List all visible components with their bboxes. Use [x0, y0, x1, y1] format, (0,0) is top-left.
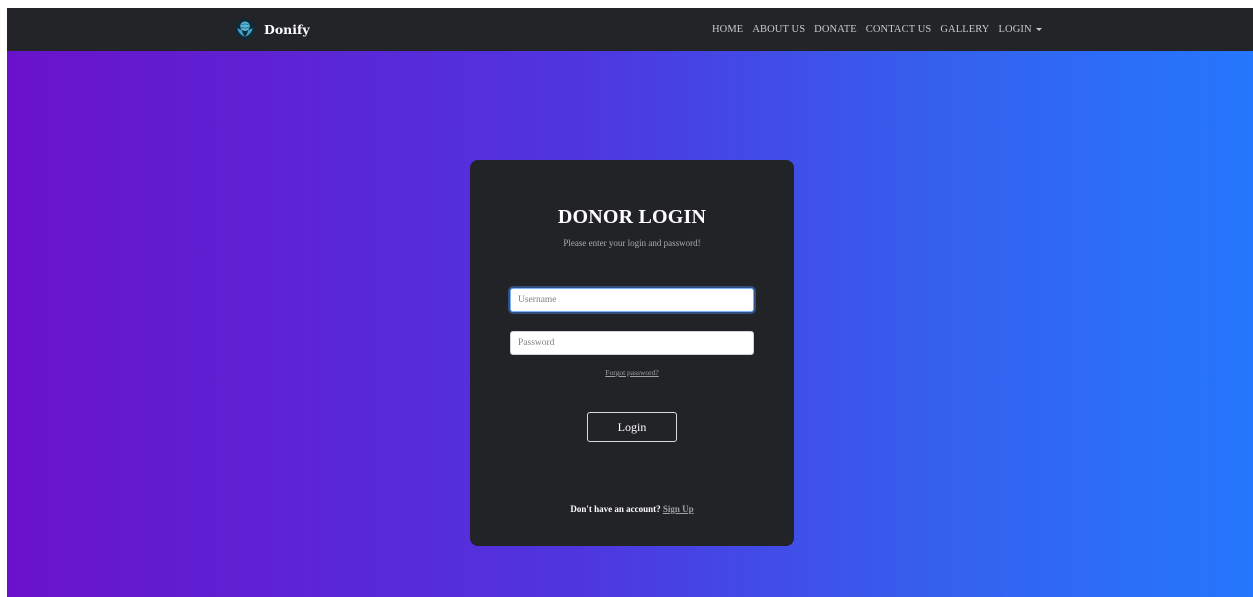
- login-title: DONOR LOGIN: [557, 206, 707, 228]
- nav-login-label: LOGIN: [998, 23, 1032, 35]
- signup-link[interactable]: Sign Up: [663, 504, 694, 514]
- brand-name: Donify: [264, 21, 310, 37]
- nav-about-us[interactable]: ABOUT US: [752, 24, 805, 35]
- nav-contact-us[interactable]: CONTACT US: [866, 24, 932, 35]
- hero-gradient-background: DONOR LOGIN Please enter your login and …: [7, 51, 1253, 597]
- signup-row: Don't have an account? Sign Up: [470, 504, 794, 514]
- nav-donate[interactable]: DONATE: [814, 24, 857, 35]
- top-navbar: Donify HOME ABOUT US DONATE CONTACT US G…: [7, 8, 1253, 51]
- brand[interactable]: Donify: [234, 17, 310, 41]
- login-subtitle: Please enter your login and password!: [563, 238, 701, 248]
- login-button[interactable]: Login: [587, 412, 677, 442]
- forgot-password-link[interactable]: Forgot password?: [470, 368, 794, 377]
- nav-links: HOME ABOUT US DONATE CONTACT US GALLERY …: [712, 22, 1051, 36]
- password-input[interactable]: [510, 331, 754, 355]
- signup-prompt: Don't have an account?: [570, 504, 661, 514]
- hands-holding-globe-icon: [234, 18, 256, 40]
- nav-home[interactable]: HOME: [712, 24, 743, 35]
- nav-login-dropdown[interactable]: LOGIN: [999, 24, 1042, 35]
- username-input[interactable]: [510, 288, 754, 312]
- nav-gallery[interactable]: GALLERY: [940, 24, 989, 35]
- login-card: DONOR LOGIN Please enter your login and …: [470, 160, 794, 546]
- caret-down-icon: [1035, 27, 1042, 31]
- page-frame: Donify HOME ABOUT US DONATE CONTACT US G…: [7, 8, 1253, 597]
